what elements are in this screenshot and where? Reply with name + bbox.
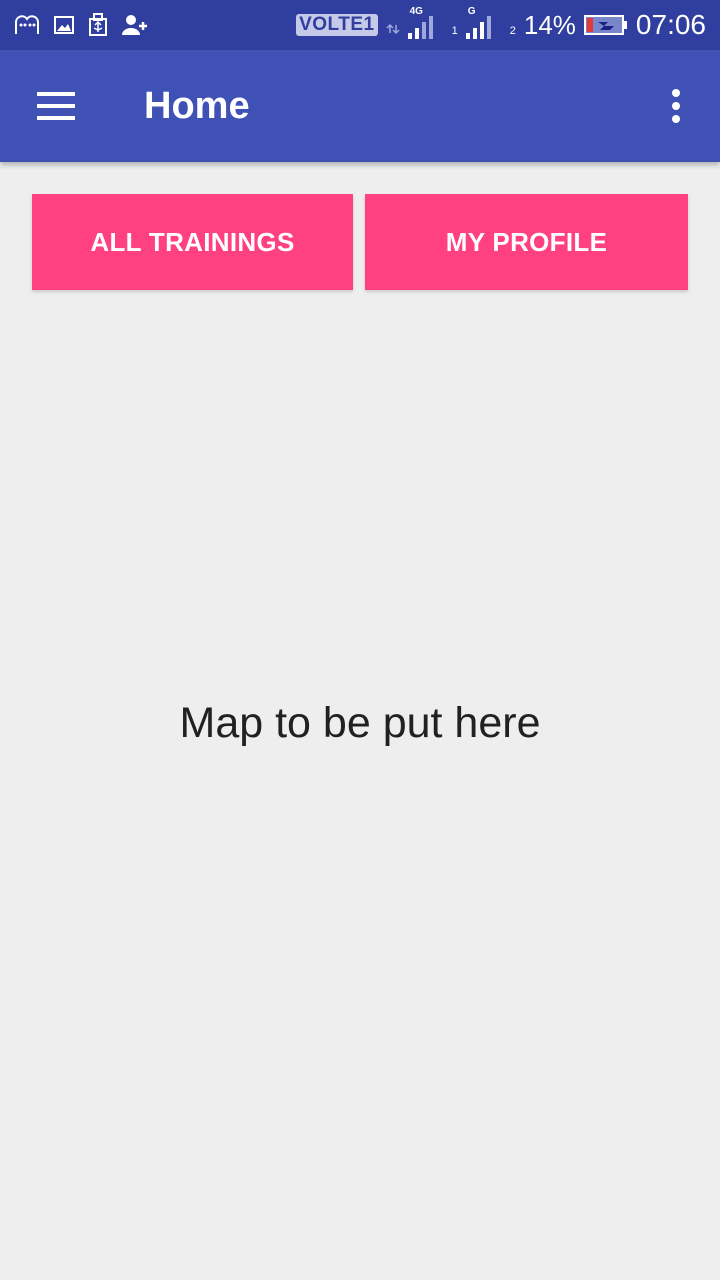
more-vert-icon — [672, 89, 680, 123]
data-arrows-icon — [386, 15, 400, 35]
page-title: Home — [144, 85, 250, 127]
image-icon — [54, 15, 74, 35]
all-trainings-button[interactable]: ALL TRAININGS — [32, 194, 353, 290]
sim2-number: 2 — [509, 25, 516, 37]
battery-charging-icon — [583, 14, 628, 36]
volte-badge: VOLTE1 — [296, 14, 378, 36]
navigation-menu-button[interactable] — [22, 78, 90, 134]
overflow-menu-button[interactable] — [652, 82, 700, 130]
add-contact-icon — [122, 14, 148, 36]
status-bar: VOLTE1 4G 1 G 2 14% 07:06 — [0, 0, 720, 50]
signal-bars-icon — [407, 16, 433, 39]
hamburger-menu-icon — [37, 92, 75, 120]
sim1-number: 1 — [451, 25, 458, 37]
status-left-icons — [14, 13, 148, 37]
battery-percent: 14% — [523, 9, 576, 40]
signal-bars-icon — [465, 16, 491, 39]
map-placeholder-text: Map to be put here — [179, 698, 541, 747]
sim2-signal: G — [465, 5, 502, 45]
notification-app-icon — [14, 14, 40, 36]
usb-icon — [88, 13, 108, 37]
sim1-signal: 4G — [407, 5, 444, 45]
volte-label: VOLTE — [299, 14, 364, 35]
map-area: Map to be put here — [0, 300, 720, 1146]
app-bar: Home — [0, 50, 720, 162]
my-profile-button[interactable]: MY PROFILE — [365, 194, 688, 290]
clock: 07:06 — [635, 9, 706, 40]
volte-sim: 1 — [363, 14, 375, 35]
status-right-indicators: VOLTE1 4G 1 G 2 14% 07:06 — [296, 5, 706, 45]
